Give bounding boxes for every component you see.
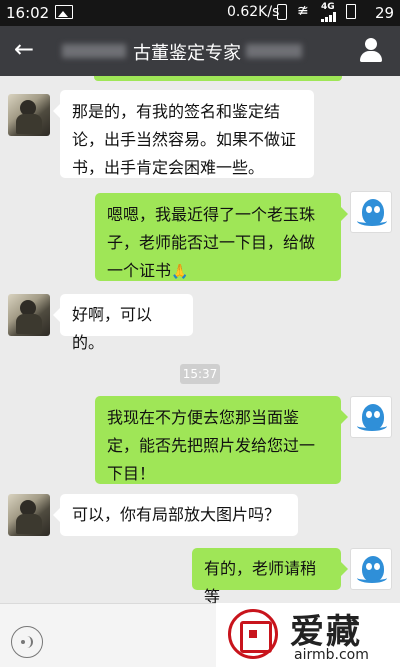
praying-hands-icon: 🙏 (171, 264, 189, 280)
previous-message-bubble (94, 76, 342, 81)
gallery-notification-icon (55, 5, 73, 19)
vibrate-icon (277, 4, 287, 20)
expert-avatar[interactable] (8, 294, 50, 336)
user-avatar[interactable] (350, 548, 392, 590)
message-text: 有的，老师请稍等 (204, 559, 317, 606)
user-avatar[interactable] (350, 396, 392, 438)
battery-level: 29 (375, 4, 395, 22)
message-bubble-sent[interactable]: 嗯嗯，我最近得了一个老玉珠子，老师能否过一下目，给做一个证书🙏 (95, 193, 348, 281)
message-timestamp: 15:37 (180, 364, 220, 384)
chat-title: 古董鉴定专家 (133, 43, 241, 64)
contact-info-icon[interactable] (360, 38, 382, 64)
sim-card-icon (346, 4, 356, 19)
seal-logo (228, 609, 278, 659)
message-text: 好啊，可以的。 (72, 305, 153, 352)
status-time: 16:02 (6, 4, 50, 22)
message-text: 嗯嗯，我最近得了一个老玉珠子，老师能否过一下目，给做一个证书 (107, 205, 316, 280)
watermark-url: airmb.com (294, 647, 369, 663)
redacted-name-suffix (246, 44, 302, 58)
message-text: 可以，你有局部放大图片吗？ (72, 505, 281, 524)
signal-icon (321, 12, 337, 22)
watermark-brand: 爱藏 (290, 612, 362, 652)
network-speed: 0.62K/s (227, 4, 280, 20)
network-type-label: 4G (321, 2, 335, 12)
wifi-icon: ≇ (297, 3, 309, 19)
redacted-name-prefix (62, 44, 126, 58)
voice-input-icon[interactable] (11, 626, 43, 658)
message-bubble-received[interactable]: 好啊，可以的。 (53, 294, 193, 352)
expert-avatar[interactable] (8, 494, 50, 536)
message-text: 我现在不方便去您那当面鉴定，能否先把照片发给您过一下目！ (107, 408, 316, 483)
back-icon[interactable]: ← (14, 35, 34, 63)
message-bubble-received[interactable]: 那是的，有我的签名和鉴定结论，出手当然容易。如果不做证书，出手肯定会困难一些。 (53, 90, 314, 178)
status-bar: 16:02 0.62K/s ≇ 4G 29 (0, 0, 400, 26)
message-text: 那是的，有我的签名和鉴定结论，出手当然容易。如果不做证书，出手肯定会困难一些。 (72, 102, 297, 177)
message-bubble-sent[interactable]: 有的，老师请稍等 (192, 548, 348, 606)
user-avatar[interactable] (350, 191, 392, 233)
watermark: 爱藏 airmb.com (216, 603, 400, 667)
expert-avatar[interactable] (8, 94, 50, 136)
message-bubble-sent[interactable]: 我现在不方便去您那当面鉴定，能否先把照片发给您过一下目！ (95, 396, 348, 484)
chat-header: ← 古董鉴定专家 (0, 26, 400, 76)
message-bubble-received[interactable]: 可以，你有局部放大图片吗？ (53, 494, 298, 536)
